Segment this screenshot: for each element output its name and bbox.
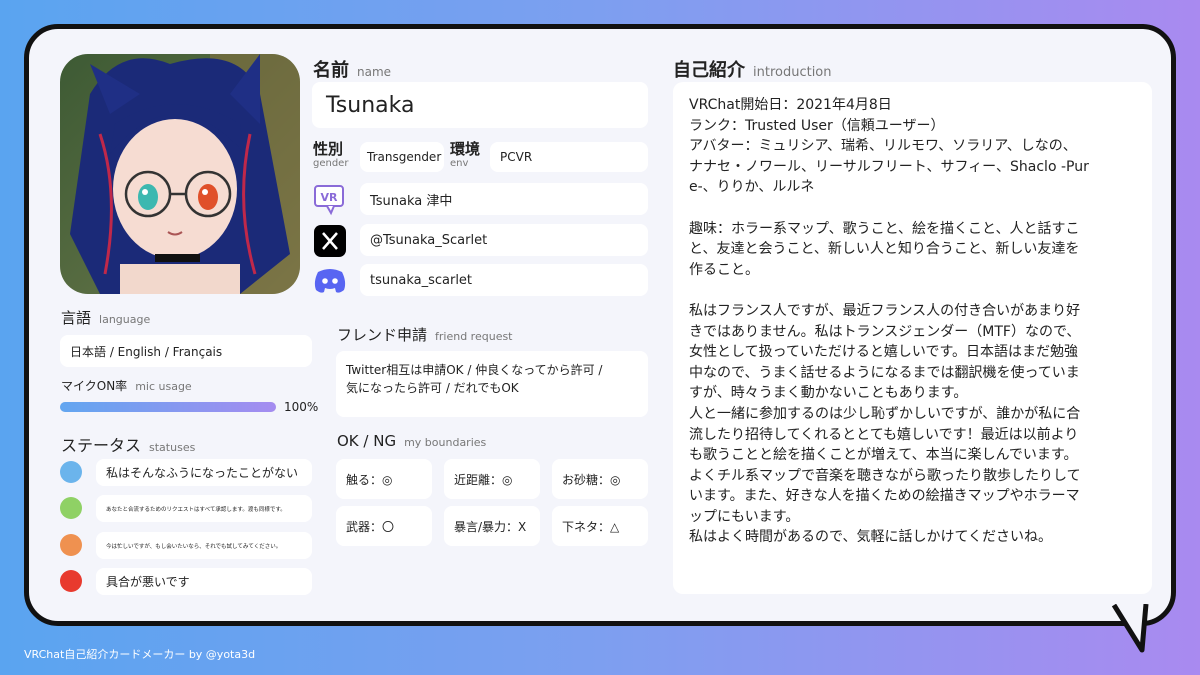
intro-box: VRChat開始日：2021年4月8日 ランク：Trusted User（信頼ユ…	[673, 82, 1152, 594]
language-title: 言語 language	[61, 309, 151, 327]
speech-bubble-tail	[1111, 604, 1149, 653]
status-dot	[60, 497, 82, 519]
boundary-item: 下ネタ：△	[552, 506, 648, 546]
status-text: 今は忙しいですが、もし会いたいなら、それでも試してみてください。	[96, 532, 312, 559]
avatar-image	[60, 54, 300, 294]
env-value: PCVR	[490, 142, 648, 172]
svg-text:VR: VR	[321, 191, 339, 204]
gender-label: 性別 gender	[313, 140, 349, 169]
status-text: 私はそんなふうになったことがない	[96, 459, 312, 486]
boundary-item: お砂糖：◎	[552, 459, 648, 499]
mic-usage-percent: 100%	[284, 400, 319, 414]
name-title: 名前 name	[313, 60, 392, 81]
friend-request-value: Twitter相互は申請OK / 仲良くなってから許可 / 気になったら許可 /…	[336, 351, 648, 417]
mic-title: マイクON率 mic usage	[61, 379, 192, 393]
name-value: Tsunaka	[312, 82, 648, 128]
gender-value: Transgender	[360, 142, 444, 172]
status-text: あなたと合流するためのリクエストはすべて承認します。渡も同様です。	[96, 495, 312, 522]
boundary-item: 暴言/暴力：Ⅹ	[444, 506, 540, 546]
discord-icon	[314, 269, 346, 293]
status-dot	[60, 461, 82, 483]
intro-title: 自己紹介 introduction	[673, 60, 832, 81]
intro-text: VRChat開始日：2021年4月8日 ランク：Trusted User（信頼ユ…	[689, 97, 1089, 546]
boundary-item: 近距離：◎	[444, 459, 540, 499]
friend-request-title: フレンド申請 friend request	[337, 326, 513, 344]
boundary-item: 触る：◎	[336, 459, 432, 499]
vrchat-username: Tsunaka 津中	[360, 183, 648, 215]
x-icon	[314, 225, 346, 257]
mic-usage-bar-fill	[60, 402, 276, 412]
env-label: 環境 env	[450, 140, 481, 169]
language-value: 日本語 / English / Français	[60, 335, 312, 367]
boundaries-title: OK / NG my boundaries	[337, 432, 487, 450]
discord-username: tsunaka_scarlet	[360, 264, 648, 296]
status-text: 具合が悪いです	[96, 568, 312, 595]
mic-usage-bar	[60, 402, 276, 412]
statuses-title: ステータス statuses	[61, 436, 196, 455]
x-username: @Tsunaka_Scarlet	[360, 224, 648, 256]
status-dot	[60, 570, 82, 592]
boundary-item: 武器：〇	[336, 506, 432, 546]
vrchat-icon: VR	[314, 185, 344, 216]
footer-credit: VRChat自己紹介カードメーカー by @yota3d	[24, 648, 256, 661]
status-dot	[60, 534, 82, 556]
